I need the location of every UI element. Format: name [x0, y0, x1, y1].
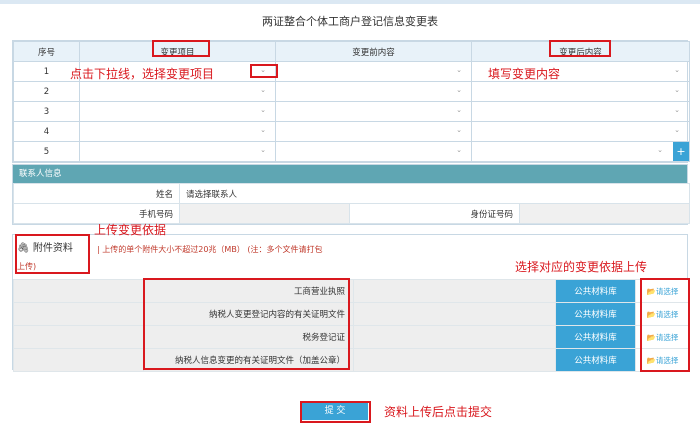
chevron-down-icon[interactable]: ⌄	[260, 146, 266, 154]
attachment-blank	[13, 348, 144, 372]
chevron-down-icon[interactable]: ⌄	[260, 106, 266, 114]
after-content-select[interactable]: ⌄	[471, 121, 690, 142]
before-content-select[interactable]: ⌄	[275, 141, 472, 162]
attachment-blank	[353, 279, 556, 303]
after-content-select[interactable]: ⌄ +	[471, 141, 690, 162]
highlight-box-submit	[300, 401, 371, 423]
chevron-down-icon[interactable]: ⌄	[260, 126, 266, 134]
before-content-select[interactable]: ⌄	[275, 101, 472, 122]
contact-form: 姓名 请选择联系人 手机号码 身份证号码	[13, 183, 691, 224]
annotation-select-item: 点击下拉线，选择变更项目	[70, 67, 215, 81]
annotation-fill-content: 填写变更内容	[488, 67, 561, 81]
highlight-box-after-header	[549, 40, 611, 57]
contact-panel: 联系人信息 姓名 请选择联系人 手机号码 身份证号码	[12, 164, 691, 225]
attachment-blank	[13, 279, 144, 303]
attachment-note: | 上传的单个附件大小不超过20兆（MB） (注：多个文件请打包	[97, 245, 323, 254]
id-number-field[interactable]	[518, 203, 691, 224]
before-content-select[interactable]: ⌄	[275, 121, 472, 142]
attachment-table: 工商营业执照 公共材料库 📂请选择 纳税人变更登记内容的有关证明文件 公共材料库…	[13, 279, 690, 372]
table-row: 3 ⌄ ⌄ ⌄	[13, 101, 690, 122]
chevron-down-icon[interactable]: ⌄	[674, 126, 680, 134]
attachment-blank	[353, 325, 556, 349]
row-index: 3	[13, 101, 80, 122]
annotation-choose-upload: 选择对应的变更依据上传	[515, 260, 648, 274]
annotation-submit: 资料上传后点击提交	[384, 405, 493, 419]
chevron-down-icon[interactable]: ⌄	[674, 86, 680, 94]
attachment-blank	[353, 302, 556, 326]
attachment-row: 税务登记证 公共材料库 📂请选择	[13, 325, 690, 349]
chevron-down-icon[interactable]: ⌄	[657, 146, 663, 154]
public-library-button[interactable]: 公共材料库	[555, 348, 636, 372]
after-content-select[interactable]: ⌄	[471, 101, 690, 122]
chevron-down-icon[interactable]: ⌄	[456, 146, 462, 154]
public-library-button[interactable]: 公共材料库	[555, 325, 636, 349]
add-row-button[interactable]: +	[673, 142, 689, 161]
top-bar	[0, 0, 700, 4]
col-header-before: 变更前内容	[275, 41, 472, 62]
name-label: 姓名	[13, 183, 180, 204]
chevron-down-icon[interactable]: ⌄	[456, 126, 462, 134]
before-content-select[interactable]: ⌄	[275, 81, 472, 102]
change-item-select[interactable]: ⌄	[79, 121, 276, 142]
attachment-blank	[13, 302, 144, 326]
attachment-panel: 🖇 附件资料 | 上传的单个附件大小不超过20兆（MB） (注：多个文件请打包 …	[12, 234, 690, 372]
public-library-button[interactable]: 公共材料库	[555, 302, 636, 326]
chevron-down-icon[interactable]: ⌄	[674, 66, 680, 74]
annotation-upload-basis: 上传变更依据	[94, 223, 167, 237]
contact-name-row: 姓名 请选择联系人	[13, 183, 691, 204]
chevron-down-icon[interactable]: ⌄	[260, 86, 266, 94]
row-index: 5	[13, 141, 80, 162]
chevron-down-icon[interactable]: ⌄	[456, 86, 462, 94]
highlight-box-choose-buttons	[640, 278, 690, 372]
contact-select[interactable]: 请选择联系人	[178, 183, 691, 204]
row-index: 2	[13, 81, 80, 102]
attachment-blank	[13, 325, 144, 349]
change-table-panel: 序号 变更项目 变更前内容 变更后内容 1 ⌄ ⌄ ⌄ 2 ⌄ ⌄ ⌄ 3 ⌄	[12, 40, 690, 163]
chevron-down-icon[interactable]: ⌄	[674, 106, 680, 114]
change-item-select[interactable]: ⌄	[79, 141, 276, 162]
highlight-box-attachment	[15, 234, 90, 274]
change-item-select[interactable]: ⌄	[79, 101, 276, 122]
table-row: 2 ⌄ ⌄ ⌄	[13, 81, 690, 102]
attachment-blank	[353, 348, 556, 372]
row-index: 4	[13, 121, 80, 142]
highlight-box-file-names	[143, 278, 350, 370]
before-content-select[interactable]: ⌄	[275, 61, 472, 82]
change-table: 序号 变更项目 变更前内容 变更后内容 1 ⌄ ⌄ ⌄ 2 ⌄ ⌄ ⌄ 3 ⌄	[13, 41, 690, 162]
highlight-box-change-item-header	[152, 40, 210, 57]
attachment-row: 纳税人变更登记内容的有关证明文件 公共材料库 📂请选择	[13, 302, 690, 326]
col-header-index: 序号	[13, 41, 80, 62]
chevron-down-icon[interactable]: ⌄	[456, 106, 462, 114]
attachment-row: 工商营业执照 公共材料库 📂请选择	[13, 279, 690, 303]
phone-field[interactable]	[179, 203, 350, 224]
after-content-select[interactable]: ⌄	[471, 81, 690, 102]
change-item-select[interactable]: ⌄	[79, 81, 276, 102]
page-title: 两证整合个体工商户登记信息变更表	[262, 15, 438, 28]
table-row: 5 ⌄ ⌄ ⌄ +	[13, 141, 690, 162]
attachment-row: 纳税人信息变更的有关证明文件（加盖公章） 公共材料库 📂请选择	[13, 348, 690, 372]
contact-header: 联系人信息	[13, 165, 687, 183]
public-library-button[interactable]: 公共材料库	[555, 279, 636, 303]
highlight-box-dropdown	[250, 64, 278, 78]
id-number-label: 身份证号码	[349, 203, 520, 224]
chevron-down-icon[interactable]: ⌄	[456, 66, 462, 74]
table-row: 4 ⌄ ⌄ ⌄	[13, 121, 690, 142]
